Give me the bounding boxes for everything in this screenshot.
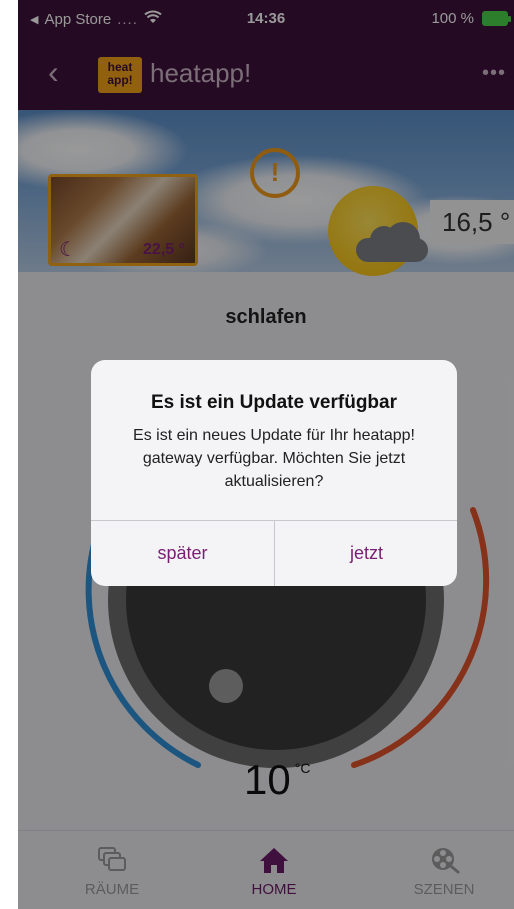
update-now-button[interactable]: jetzt xyxy=(275,521,457,586)
update-alert-dialog: Es ist ein Update verfügbar Es ist ein n… xyxy=(91,360,457,586)
later-button[interactable]: später xyxy=(91,521,274,586)
app-screen: ◀ App Store .... 14:36 100 % ‹ heat app!… xyxy=(18,0,514,909)
alert-message: Es ist ein neues Update für Ihr heatapp!… xyxy=(133,427,415,490)
alert-title: Es ist ein Update verfügbar xyxy=(150,392,397,413)
